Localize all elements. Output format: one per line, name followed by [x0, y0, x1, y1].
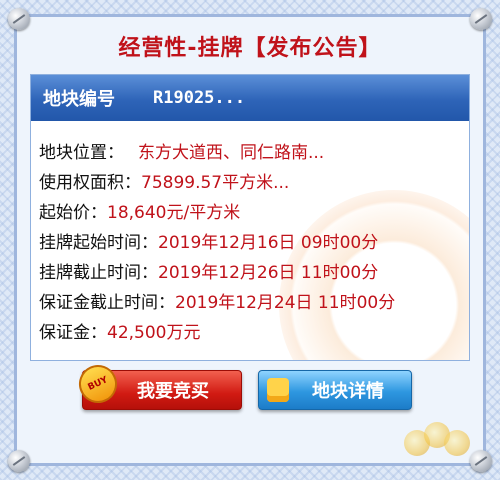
- detail-value: 2019年12月16日 09时00分: [158, 232, 379, 253]
- screw-icon-top-left: [8, 8, 30, 30]
- detail-label: 使用权面积：: [39, 172, 141, 193]
- detail-value[interactable]: 东方大道西、同仁路南...: [138, 138, 324, 163]
- detail-label: 挂牌起始时间：: [39, 232, 158, 253]
- bid-button-label: 我要竞买: [137, 381, 209, 402]
- detail-value: 42,500万元: [107, 322, 201, 343]
- detail-label: 地块位置：: [39, 142, 124, 163]
- page-title: 经营性-挂牌【发布公告】: [118, 36, 382, 61]
- detail-icon: [267, 378, 289, 402]
- screw-icon-bottom-left: [8, 450, 30, 472]
- detail-row-start-price: 起始价： 18,640元/平方米: [39, 195, 469, 225]
- detail-row-listing-start: 挂牌起始时间： 2019年12月16日 09时00分: [39, 225, 469, 255]
- detail-row-deposit: 保证金： 42,500万元: [39, 315, 469, 345]
- bid-button[interactable]: BUY 我要竞买: [72, 358, 242, 410]
- lot-detail-button-label: 地块详情: [312, 381, 384, 402]
- detail-row-deposit-deadline: 保证金截止时间： 2019年12月24日 11时00分: [39, 285, 469, 315]
- detail-label: 保证金：: [39, 322, 107, 343]
- detail-row-area: 使用权面积： 75899.57平方米...: [39, 165, 469, 195]
- detail-label: 起始价：: [39, 202, 107, 223]
- lot-header: 地块编号 R19025...: [31, 75, 469, 121]
- lot-number-value[interactable]: R19025...: [153, 88, 245, 108]
- detail-value: 2019年12月26日 11时00分: [158, 262, 379, 283]
- detail-label: 保证金截止时间：: [39, 292, 175, 313]
- lot-number-label: 地块编号: [43, 89, 115, 110]
- lot-info-panel: 地块编号 R19025... 地块位置： 东方大道西、同仁路南... 使用权面积…: [30, 74, 470, 361]
- lot-detail-button[interactable]: 地块详情: [258, 370, 412, 410]
- lot-details: 地块位置： 东方大道西、同仁路南... 使用权面积： 75899.57平方米..…: [39, 135, 469, 345]
- screw-icon-top-right: [470, 8, 492, 30]
- detail-row-location: 地块位置： 东方大道西、同仁路南...: [39, 135, 469, 165]
- detail-value: 2019年12月24日 11时00分: [175, 292, 396, 313]
- detail-row-listing-end: 挂牌截止时间： 2019年12月26日 11时00分: [39, 255, 469, 285]
- detail-value[interactable]: 75899.57平方米...: [141, 168, 289, 193]
- coins-decoration: [404, 420, 474, 456]
- detail-label: 挂牌截止时间：: [39, 262, 158, 283]
- coin-icon: [444, 430, 470, 456]
- detail-value: 18,640元/平方米: [107, 202, 241, 223]
